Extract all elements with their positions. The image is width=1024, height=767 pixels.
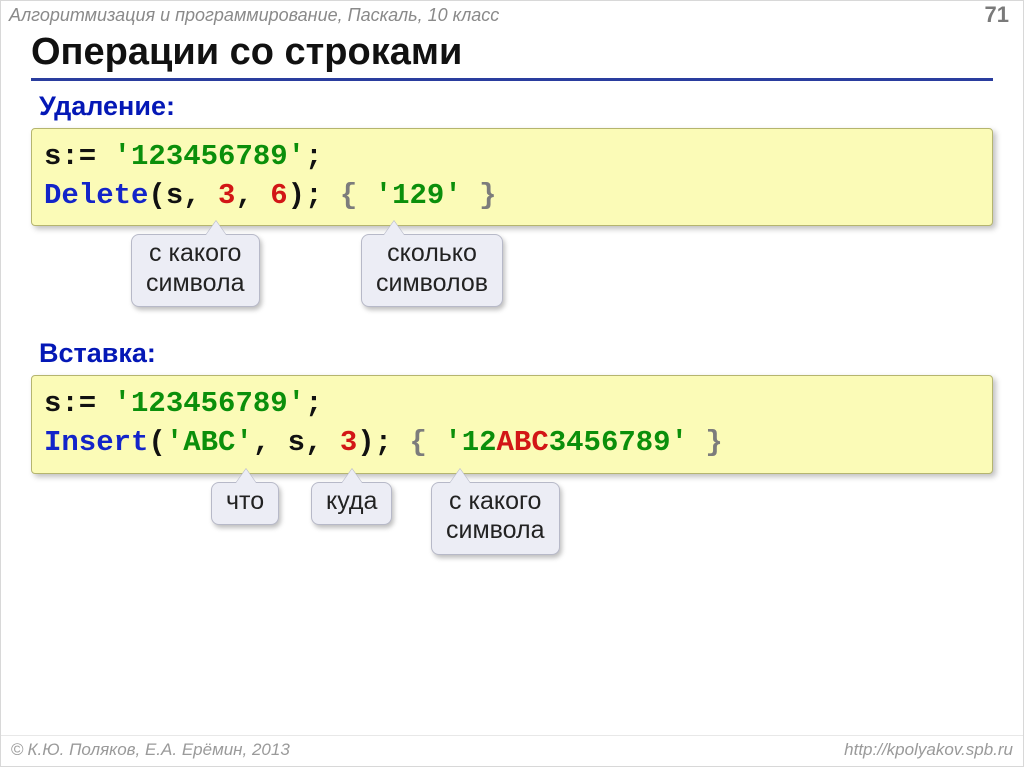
- callout-from-char: с какого символа: [131, 234, 260, 307]
- copyright-text: К.Ю. Поляков, Е.А. Ерёмин, 2013: [28, 740, 290, 759]
- title-underline: [31, 78, 993, 81]
- course-title: Алгоритмизация и программирование, Паска…: [9, 5, 499, 26]
- tok-cmt-val: '129': [375, 179, 462, 212]
- callouts-delete: с какого символа сколько символов: [31, 234, 993, 334]
- footer-bar: ©К.Ю. Поляков, Е.А. Ерёмин, 2013 http://…: [1, 735, 1023, 766]
- tok: );: [288, 179, 323, 212]
- copyright: ©К.Ю. Поляков, Е.А. Ерёмин, 2013: [11, 740, 290, 760]
- callouts-insert: что куда с какого символа: [31, 482, 993, 612]
- tok-cmt: {: [340, 179, 357, 212]
- tok-arg-what: 'ABC': [166, 426, 253, 459]
- tok: ,: [253, 426, 270, 459]
- tok: ;: [305, 387, 322, 420]
- callout-from-char-ins: с какого символа: [431, 482, 560, 555]
- section-label-insert: Вставка:: [39, 338, 993, 369]
- tok-string: '123456789': [114, 387, 305, 420]
- tok-cmt: {: [410, 426, 427, 459]
- page-number: 71: [985, 2, 1009, 28]
- callout-where: куда: [311, 482, 392, 526]
- tok: s:=: [44, 140, 96, 173]
- tok: ;: [305, 140, 322, 173]
- code-delete: s:= '123456789'; Delete(s, 3, 6); { '129…: [31, 128, 993, 226]
- tok-arg-from: 3: [340, 426, 357, 459]
- callout-text: с какого символа: [146, 239, 245, 298]
- tok-string: '123456789': [114, 140, 305, 173]
- tok-cmt-ins: ABC: [497, 426, 549, 459]
- page-title: Операции со строками: [31, 31, 1023, 74]
- section-label-delete: Удаление:: [39, 91, 993, 122]
- footer-url: http://kpolyakov.spb.ru: [844, 740, 1013, 760]
- copyright-icon: ©: [11, 740, 24, 759]
- callout-text: куда: [326, 487, 377, 515]
- callout-count-chars: сколько символов: [361, 234, 503, 307]
- callout-text: что: [226, 487, 264, 515]
- tok-cmt-pre: '12: [444, 426, 496, 459]
- tok-fn: Insert: [44, 426, 148, 459]
- tok-arg-where: s: [288, 426, 305, 459]
- tok-cmt: }: [479, 179, 496, 212]
- code-insert: s:= '123456789'; Insert('ABC', s, 3); { …: [31, 375, 993, 473]
- tok: );: [357, 426, 392, 459]
- tok: s:=: [44, 387, 96, 420]
- slide-body: Удаление: s:= '123456789'; Delete(s, 3, …: [1, 91, 1023, 612]
- tok: ,: [305, 426, 322, 459]
- callout-text: с какого символа: [446, 487, 545, 546]
- tok-cmt: }: [705, 426, 722, 459]
- tok-arg-count: 6: [270, 179, 287, 212]
- callout-what: что: [211, 482, 279, 526]
- slide: Алгоритмизация и программирование, Паска…: [0, 0, 1024, 767]
- tok-fn: Delete: [44, 179, 148, 212]
- header-bar: Алгоритмизация и программирование, Паска…: [1, 1, 1023, 27]
- tok-arg-from: 3: [218, 179, 235, 212]
- tok-cmt-post: 3456789': [549, 426, 688, 459]
- tok: (: [148, 426, 165, 459]
- callout-text: сколько символов: [376, 239, 488, 298]
- tok: (s,: [148, 179, 200, 212]
- tok: ,: [235, 179, 252, 212]
